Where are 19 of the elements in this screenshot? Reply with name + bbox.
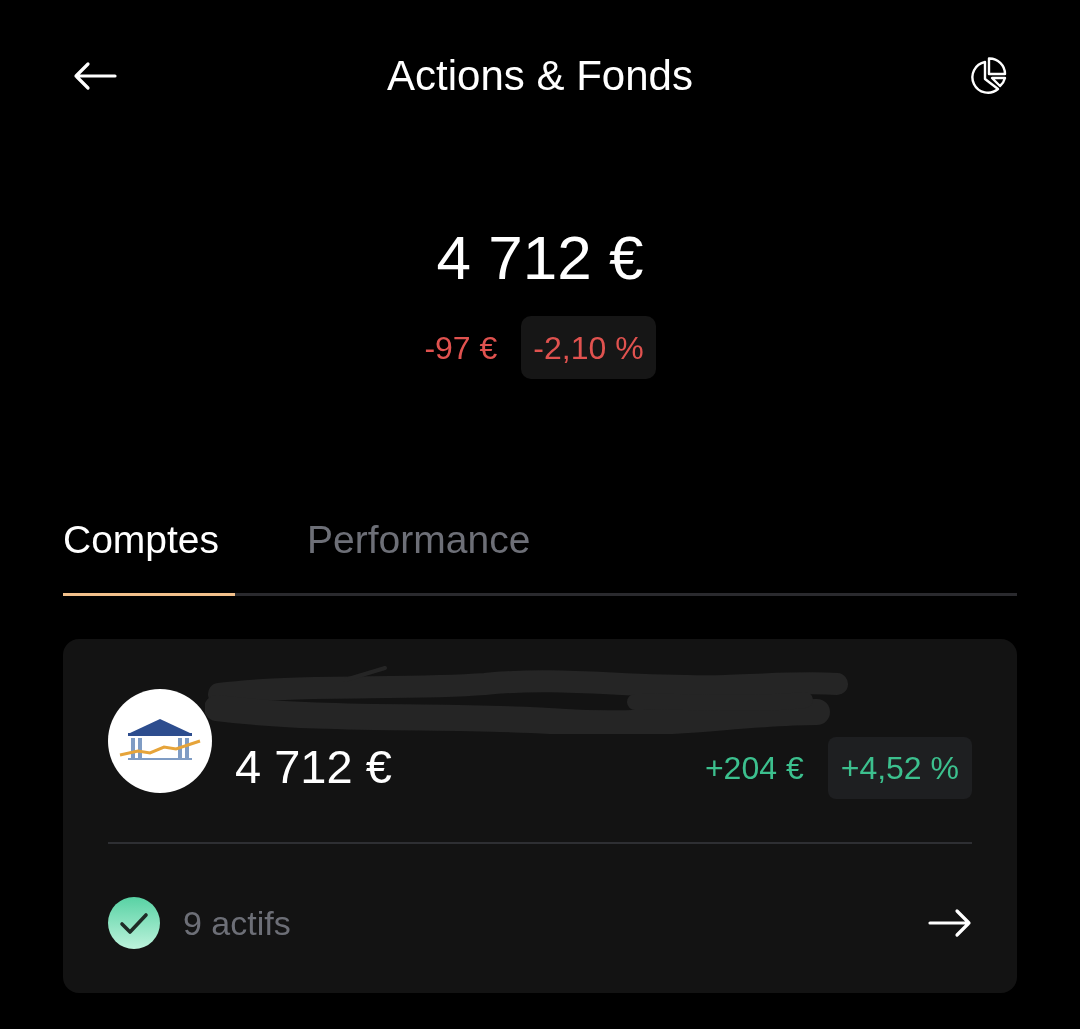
tab[interactable]: Performance xyxy=(307,515,547,596)
right-arrow-icon xyxy=(928,908,972,938)
account-value: 4 712 € xyxy=(235,739,392,795)
assets-count: 9 actifs xyxy=(183,902,291,944)
temple-logo-icon xyxy=(108,689,212,793)
back-button[interactable] xyxy=(73,61,117,91)
tab[interactable]: Comptes xyxy=(63,515,236,596)
account-card[interactable]: 4 712 € +204 € +4,52 % 9 actifs xyxy=(63,639,1017,993)
open-account-button[interactable] xyxy=(928,908,972,938)
pie-chart-button[interactable] xyxy=(968,56,1008,96)
page-title: Actions & Fonds xyxy=(387,51,693,101)
check-circle-icon xyxy=(108,897,160,949)
change-amount: +204 € xyxy=(704,749,804,788)
pie-chart-icon xyxy=(968,56,1008,96)
back-arrow-icon xyxy=(73,61,117,91)
change-percent-badge: -2,10 % xyxy=(521,316,656,379)
total-amount: 4 712 € xyxy=(436,227,644,289)
change-percent-badge: +4,52 % xyxy=(827,737,972,799)
change-amount: -97 € xyxy=(424,328,498,368)
